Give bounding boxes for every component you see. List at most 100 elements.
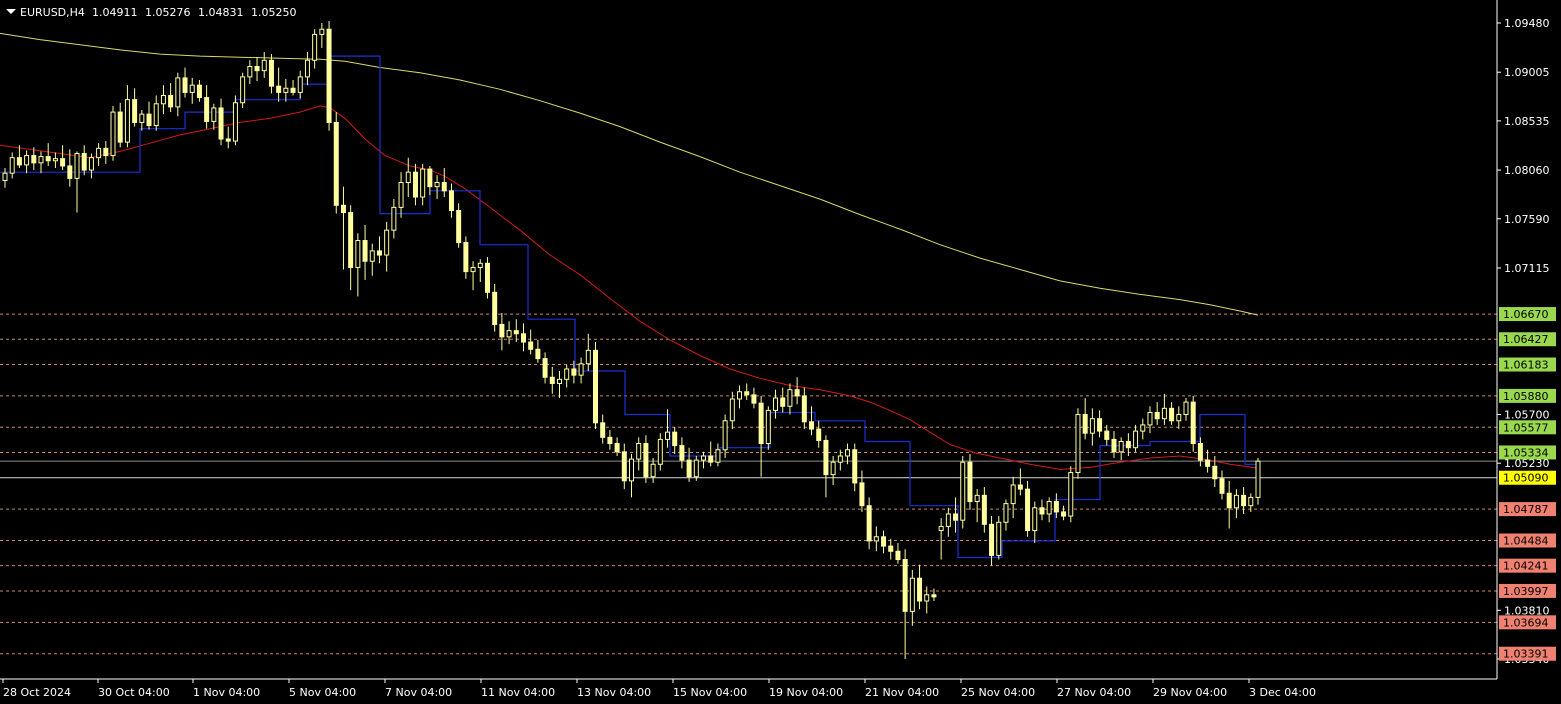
chart-header: EURUSD,H4 1.04911 1.05276 1.04831 1.0525… bbox=[6, 6, 297, 19]
candle-body-64 bbox=[463, 242, 469, 273]
candle-body-43 bbox=[312, 33, 318, 61]
candle-body-131 bbox=[945, 513, 951, 527]
candle-138 bbox=[996, 516, 1002, 560]
candle-body-10 bbox=[74, 153, 80, 179]
candle-body-137 bbox=[989, 523, 995, 556]
candle-body-108 bbox=[780, 397, 786, 407]
candle-body-45 bbox=[326, 28, 332, 123]
candle-body-82 bbox=[592, 349, 598, 424]
candle-45 bbox=[326, 20, 332, 131]
candle-body-19 bbox=[139, 113, 145, 123]
candle-body-6 bbox=[45, 156, 51, 162]
candle-body-164 bbox=[1183, 401, 1189, 416]
ohlc-low: 1.04831 bbox=[198, 6, 244, 19]
candle-body-34 bbox=[247, 66, 253, 78]
candle-body-128 bbox=[924, 594, 930, 602]
candle-body-153 bbox=[1104, 430, 1110, 440]
chart-canvas[interactable]: 1.09480 1.09005 1.08535 1.08060 1.07590 1.071… bbox=[0, 0, 1561, 704]
candle-body-14 bbox=[103, 147, 109, 157]
candle-body-169 bbox=[1219, 478, 1225, 494]
candle-body-141 bbox=[1017, 484, 1023, 490]
candle-body-40 bbox=[290, 87, 296, 93]
candle-body-66 bbox=[477, 262, 483, 268]
x-tick-label-12: 29 Nov 04:00 bbox=[1153, 686, 1227, 699]
ohlc-open: 1.04911 bbox=[92, 6, 138, 19]
candle-149 bbox=[1075, 408, 1081, 479]
candle-body-143 bbox=[1032, 507, 1038, 532]
candle-body-159 bbox=[1147, 411, 1153, 426]
support-label-0: 1.04787 bbox=[1503, 503, 1549, 516]
candle-body-15 bbox=[110, 111, 116, 157]
candle-body-100 bbox=[722, 420, 728, 451]
x-tick-label-10: 25 Nov 04:00 bbox=[961, 686, 1035, 699]
candle-133 bbox=[960, 455, 966, 529]
candle-body-0 bbox=[2, 172, 8, 181]
candle-body-148 bbox=[1068, 472, 1074, 517]
ohlc-high: 1.05276 bbox=[145, 6, 191, 19]
candle-body-172 bbox=[1241, 494, 1247, 507]
candle-body-71 bbox=[513, 330, 519, 335]
candle-body-7 bbox=[52, 158, 58, 162]
candle-body-72 bbox=[520, 333, 526, 343]
x-tick-label-13: 3 Dec 04:00 bbox=[1249, 686, 1316, 699]
resistance-label-1: 1.06427 bbox=[1503, 333, 1549, 346]
x-tick-label-0: 28 Oct 2024 bbox=[3, 686, 71, 699]
candle-body-144 bbox=[1039, 507, 1045, 515]
candle-body-12 bbox=[88, 157, 94, 171]
candle-body-85 bbox=[614, 443, 620, 453]
candle-body-121 bbox=[873, 536, 879, 542]
candle-body-37 bbox=[268, 59, 274, 87]
candle-body-158 bbox=[1140, 424, 1146, 432]
candle-body-36 bbox=[261, 59, 267, 72]
candle-body-138 bbox=[996, 521, 1002, 556]
candle-body-151 bbox=[1089, 418, 1095, 434]
candle-body-94 bbox=[679, 445, 685, 461]
candle-body-55 bbox=[398, 182, 404, 208]
y-tick-label-1: 1.09005 bbox=[1504, 66, 1550, 79]
candle-body-62 bbox=[448, 190, 454, 211]
candle-body-76 bbox=[549, 376, 555, 384]
candle-body-83 bbox=[600, 422, 606, 438]
candle-body-50 bbox=[362, 240, 368, 262]
candle-body-129 bbox=[931, 594, 937, 598]
candle-body-48 bbox=[348, 212, 354, 268]
candle-body-88 bbox=[636, 443, 642, 460]
candle-32 bbox=[232, 95, 238, 146]
candle-body-174 bbox=[1255, 460, 1261, 498]
candle-body-127 bbox=[917, 577, 923, 602]
x-tick-label-6: 13 Nov 04:00 bbox=[577, 686, 651, 699]
candle-body-77 bbox=[556, 378, 562, 384]
candle-body-116 bbox=[837, 455, 843, 463]
x-tick-label-3: 5 Nov 04:00 bbox=[289, 686, 356, 699]
candle-body-63 bbox=[456, 209, 462, 244]
candle-body-98 bbox=[708, 455, 714, 463]
candle-body-46 bbox=[333, 121, 339, 206]
candle-body-104 bbox=[751, 394, 757, 404]
candle-body-56 bbox=[405, 171, 411, 184]
candle-body-41 bbox=[297, 76, 303, 93]
candle-46 bbox=[333, 112, 339, 214]
candle-body-168 bbox=[1212, 465, 1218, 480]
x-tick-label-2: 1 Nov 04:00 bbox=[193, 686, 260, 699]
candle-body-5 bbox=[38, 156, 44, 164]
candle-body-32 bbox=[232, 102, 238, 142]
candle-body-51 bbox=[369, 250, 375, 262]
candle-body-161 bbox=[1161, 407, 1167, 420]
candle-body-91 bbox=[657, 438, 663, 465]
y-tick-label-4: 1.07590 bbox=[1504, 213, 1550, 226]
candle-body-162 bbox=[1169, 407, 1175, 422]
chart-root: 1.09480 1.09005 1.08535 1.08060 1.07590 1.071… bbox=[0, 0, 1561, 704]
candle-body-24 bbox=[175, 77, 181, 108]
candle-body-59 bbox=[427, 168, 433, 188]
candle-body-152 bbox=[1097, 418, 1103, 432]
candle-148 bbox=[1068, 466, 1074, 523]
candle-82 bbox=[592, 342, 598, 430]
candle-body-8 bbox=[60, 158, 66, 167]
candle-body-102 bbox=[737, 391, 743, 400]
ohlc-close: 1.05250 bbox=[251, 6, 297, 19]
candle-body-167 bbox=[1205, 459, 1211, 467]
candle-body-111 bbox=[801, 395, 807, 423]
y-tick-label-6: 1.05700 bbox=[1504, 409, 1550, 422]
candle-body-120 bbox=[866, 505, 872, 542]
candle-body-84 bbox=[607, 436, 613, 445]
